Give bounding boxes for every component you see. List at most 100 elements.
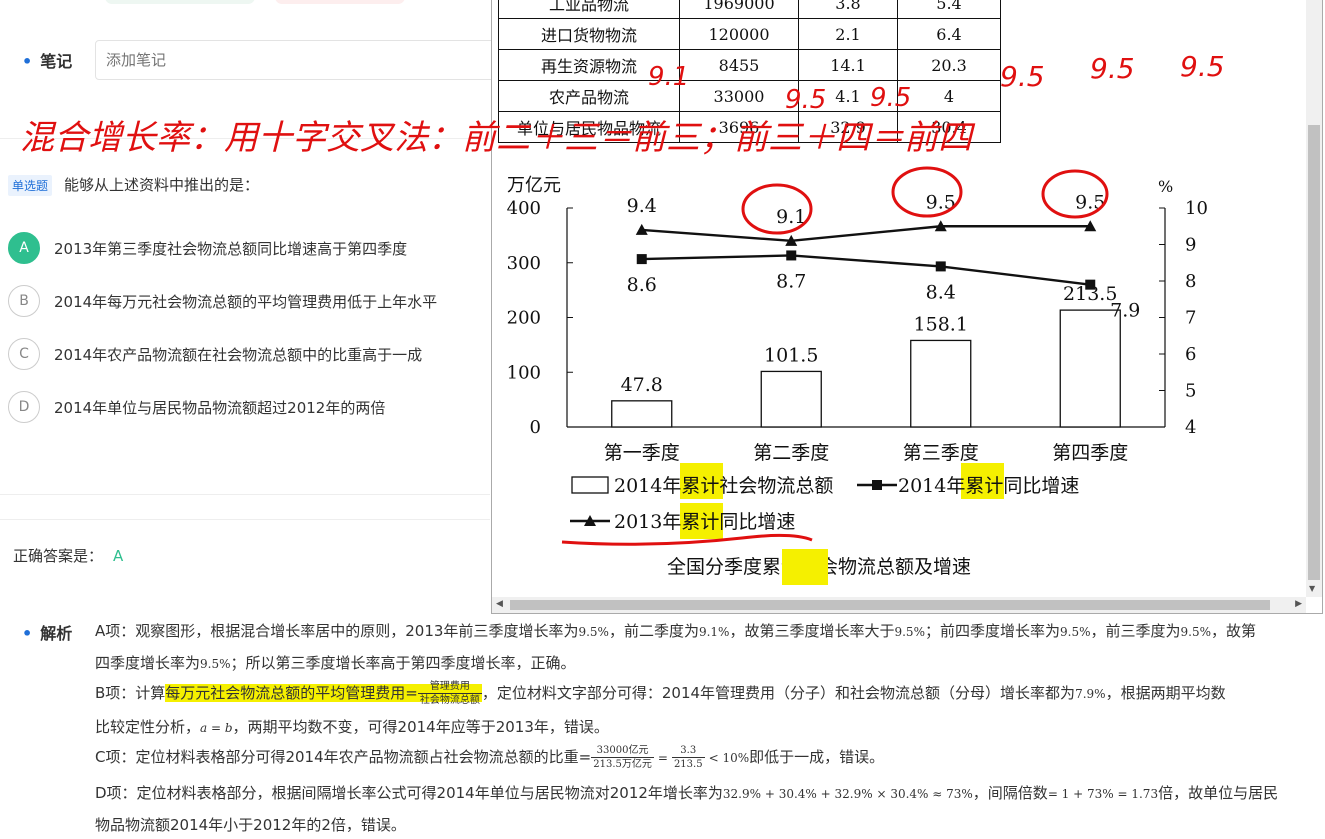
fraction-denominator: 213.5万亿元 (593, 759, 652, 770)
math-value: = 1 + 73% = 1.73 (1047, 787, 1159, 801)
horizontal-scroll-thumb[interactable] (510, 600, 1270, 610)
horizontal-scrollbar[interactable]: ◀ ▶ (492, 597, 1306, 613)
scroll-down-icon[interactable]: ▼ (1309, 584, 1315, 593)
analysis-text: D项：定位材料表格部分，根据间隔增长率公式可得2014年单位与居民物流对2012… (95, 784, 723, 802)
handwritten-number: 9.5 (785, 85, 827, 115)
correct-answer-label: 正确答案是： (13, 547, 104, 565)
handwritten-annotation: 混合增长率：用十字交叉法：前二＋三＝前三；前三＋四＝前四 (20, 118, 972, 158)
analysis-text: ，故第 (1211, 622, 1257, 640)
series-value-label: 8.6 (627, 274, 657, 296)
series-point (786, 250, 797, 261)
question-text: 能够从上述资料中推出的是： (64, 176, 260, 194)
series-value-label: 8.4 (926, 281, 956, 303)
notes-label: • 笔记 (22, 48, 72, 72)
option-d-letter[interactable]: D (8, 391, 40, 423)
notes-input[interactable] (95, 40, 515, 80)
analysis-text: ，间隔倍数 (972, 784, 1048, 802)
series-line (641, 225, 1091, 243)
analysis-text: B项：计算 (95, 684, 166, 702)
fraction-denominator: 213.5 (673, 759, 703, 770)
math-value: 9.1% (698, 625, 730, 639)
legend-marker (872, 480, 882, 490)
option-b[interactable]: B 2014年每万元社会物流总额的平均管理费用低于上年水平 (8, 283, 437, 319)
highlight-mark (782, 549, 828, 585)
divider (0, 494, 490, 495)
option-c[interactable]: C 2014年农产品物流额在社会物流总额中的比重高于一成 (8, 336, 422, 372)
option-b-letter[interactable]: B (8, 285, 40, 317)
analysis-d-line2: 物品物流额2014年小于2012年的2倍，错误。 (95, 814, 406, 835)
option-a-text: 2013年第三季度社会物流总额同比增速高于第四季度 (54, 239, 408, 258)
legend-label: 2014年累计社会物流总额 (614, 475, 833, 497)
vertical-scroll-thumb[interactable] (1308, 125, 1320, 580)
option-a[interactable]: A 2013年第三季度社会物流总额同比增速高于第四季度 (8, 230, 407, 266)
analysis-a-line1: A项：观察图形，根据混合增长率居中的原则，2013年前三季度增长率为9.5%，前… (95, 620, 1256, 641)
y-right-tick-label: 4 (1185, 417, 1196, 438)
analysis-text: 每万元社会物流总额的平均管理费用= (165, 684, 418, 702)
handwritten-number: 9.1 (648, 62, 690, 92)
analysis-text: 物品物流额2014年小于2012年的2倍，错误。 (95, 816, 406, 834)
bar-value-label: 158.1 (914, 313, 968, 335)
option-c-text: 2014年农产品物流额在社会物流总额中的比重高于一成 (54, 345, 423, 364)
highlighted-text: 每万元社会物流总额的平均管理费用= 管理费用 社会物流总额 (165, 681, 482, 706)
option-c-letter[interactable]: C (8, 338, 40, 370)
math-value: < 10% (708, 751, 750, 765)
analysis-text: ，定位材料文字部分可得：2014年管理费用（分子）和社会物流总额（分母）增长率都… (481, 684, 1076, 702)
series-line (641, 254, 1091, 286)
option-a-letter[interactable]: A (8, 232, 40, 264)
y-right-tick-label: 8 (1185, 271, 1196, 292)
notes-label-text: 笔记 (40, 52, 73, 71)
series-point (1085, 279, 1096, 290)
divider (0, 519, 490, 520)
analysis-text: C项：定位材料表格部分可得2014年农产品物流额占社会物流总额的比重= (95, 748, 592, 766)
scroll-left-icon[interactable]: ◀ (496, 599, 503, 609)
x-tick-label: 第二季度 (753, 442, 829, 464)
question-type-tag: 单选题 (8, 175, 53, 196)
vertical-scrollbar[interactable]: ▼ (1306, 0, 1322, 597)
math-value: 7.9% (1075, 687, 1106, 701)
fraction-numerator: 33000亿元 (591, 744, 654, 758)
analysis-text: ，前二季度为 (608, 622, 699, 640)
analysis-text: 四季度增长率为 (95, 654, 201, 672)
y-left-label: 万亿元 (507, 175, 561, 196)
math-value: = (657, 751, 668, 765)
analysis-c-line: C项：定位材料表格部分可得2014年农产品物流额占社会物流总额的比重= 33000… (95, 744, 884, 771)
analysis-text: 即低于一成，错误。 (749, 748, 885, 766)
math-value: 32.9% + 30.4% + 32.9% × 30.4% ≈ 73% (722, 787, 973, 801)
series-value-label: 8.7 (776, 270, 806, 292)
analysis-text: ，根据两期平均数 (1105, 684, 1226, 702)
fraction: 管理费用 社会物流总额 (417, 680, 482, 707)
handwritten-number: 9.5 (1000, 60, 1045, 93)
bar (1059, 309, 1121, 428)
y-right-tick-label: 6 (1185, 344, 1196, 365)
analysis-d-line1: D项：定位材料表格部分，根据间隔增长率公式可得2014年单位与居民物流对2012… (95, 782, 1278, 803)
bar (611, 400, 673, 428)
y-right-label: % (1158, 177, 1173, 196)
y-left-tick-label: 100 (507, 362, 541, 383)
analysis-text: 比较定性分析， (95, 718, 201, 736)
y-left-tick-label: 200 (507, 308, 541, 329)
series-point (935, 261, 946, 272)
scroll-right-icon[interactable]: ▶ (1295, 599, 1302, 609)
math-value: 9.5% (1060, 625, 1091, 639)
correct-answer-value: A (113, 547, 124, 565)
y-right-tick-label: 5 (1185, 381, 1196, 402)
correct-answer: 正确答案是： A (13, 545, 123, 566)
math-value: 9.5% (894, 625, 925, 639)
series-value-label: 7.9 (1110, 300, 1140, 322)
fraction-denominator: 社会物流总额 (419, 695, 480, 706)
x-tick-label: 第一季度 (604, 442, 680, 464)
option-d[interactable]: D 2014年单位与居民物品物流额超过2012年的两倍 (8, 389, 385, 425)
legend-bar-swatch (571, 476, 609, 494)
bar (760, 370, 822, 428)
analysis-text: 倍，故单位与居民 (1158, 784, 1279, 802)
handwritten-number: 9.5 (1090, 52, 1135, 85)
y-right-tick-label: 9 (1185, 235, 1196, 256)
analysis-text: ，两期平均数不变，可得2014年应等于2013年，错误。 (232, 718, 609, 736)
option-d-text: 2014年单位与居民物品物流额超过2012年的两倍 (54, 398, 386, 417)
bar-value-label: 47.8 (621, 374, 663, 396)
y-left-tick-label: 300 (507, 253, 541, 274)
y-left-tick-label: 400 (507, 198, 541, 219)
y-right-tick-label: 10 (1185, 198, 1208, 219)
bar-value-label: 101.5 (764, 344, 818, 366)
bullet-dot-icon: • (22, 52, 33, 71)
